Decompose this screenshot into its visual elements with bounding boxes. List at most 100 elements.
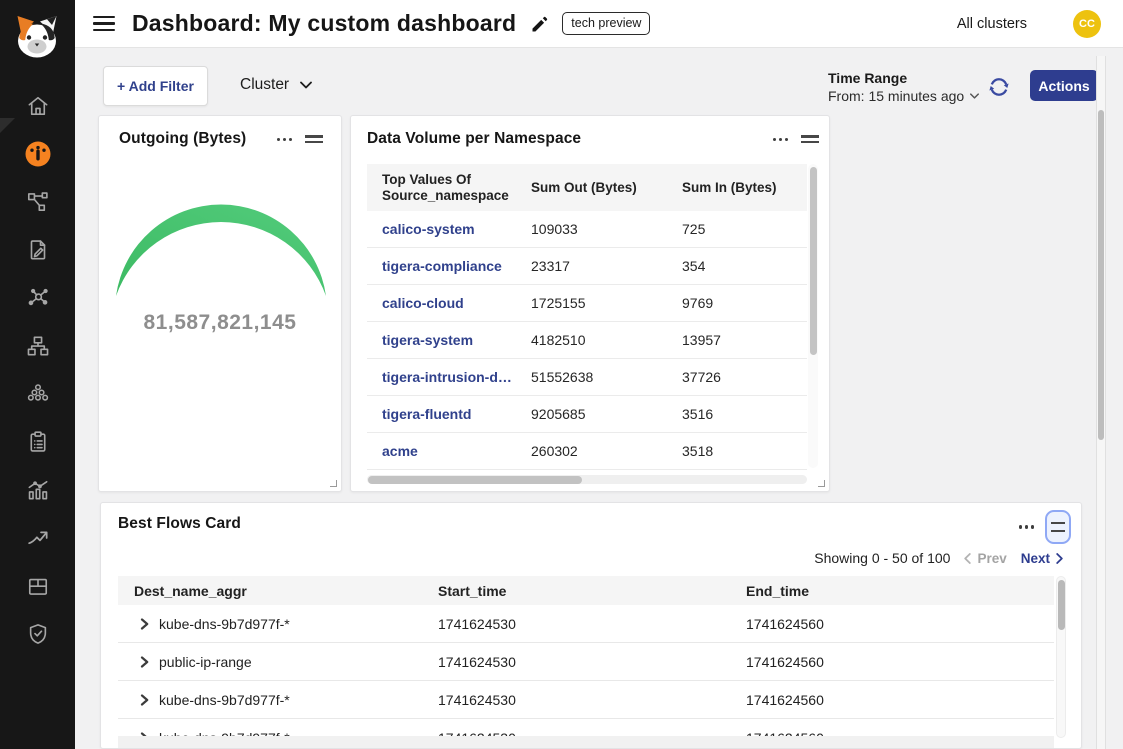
sidebar-item-reports[interactable]	[0, 474, 75, 506]
namespace-link[interactable]: tigera-intrusion-d…	[382, 369, 512, 385]
prev-page-button[interactable]: Prev	[964, 551, 1006, 566]
expand-row-chevron-icon[interactable]	[139, 618, 150, 630]
sidebar-item-threat-defense[interactable]	[0, 618, 75, 650]
card-title: Best Flows Card	[118, 515, 1071, 533]
gauge-arc	[99, 116, 343, 493]
next-label: Next	[1021, 551, 1050, 566]
sidebar-item-policies[interactable]	[0, 234, 75, 266]
column-header: Dest_name_aggr	[118, 583, 422, 599]
best-flows-card: Best Flows Card Showing 0 - 50 of 100 Pr…	[100, 502, 1082, 749]
card-resize-handle[interactable]	[330, 480, 337, 487]
table-row: acme 260302 3518	[367, 433, 807, 470]
table-horizontal-scrollbar-track[interactable]	[367, 475, 807, 484]
table-row: tigera-system 4182510 13957	[367, 322, 807, 359]
add-filter-button[interactable]: + Add Filter	[103, 66, 208, 106]
calico-cat-logo[interactable]	[11, 10, 63, 66]
expand-row-chevron-icon[interactable]	[139, 656, 150, 668]
chevron-down-icon	[970, 93, 979, 99]
sidebar-item-endpoints[interactable]	[0, 330, 75, 362]
sidebar-item-service-graph[interactable]	[0, 186, 75, 218]
chevron-right-icon	[1056, 553, 1063, 564]
actions-button[interactable]: Actions	[1030, 70, 1098, 101]
compliance-clipboard-icon	[25, 429, 51, 455]
dashboard-scrollbar-track[interactable]	[1096, 56, 1106, 749]
end-time-cell: 1741624560	[730, 616, 1054, 632]
table-row: calico-system 109033 725	[367, 211, 807, 248]
namespace-link[interactable]: tigera-compliance	[382, 258, 502, 274]
dashboard-scrollbar-thumb[interactable]	[1098, 110, 1104, 440]
sidebar-item-dashboards[interactable]	[0, 138, 75, 170]
hamburger-menu-icon[interactable]	[93, 12, 115, 35]
sum-in-cell: 9769	[667, 295, 807, 311]
table-row: tigera-compliance 23317 354	[367, 248, 807, 285]
chevron-left-icon	[964, 553, 971, 564]
card-menu-icon[interactable]	[1019, 521, 1034, 532]
table-row: calico-cloud 1725155 9769	[367, 285, 807, 322]
card-resize-handle[interactable]	[818, 480, 825, 487]
next-page-button[interactable]: Next	[1021, 551, 1063, 566]
namespace-link[interactable]: calico-system	[382, 221, 475, 237]
dest-name-cell: public-ip-range	[159, 654, 252, 670]
sum-in-cell: 3518	[667, 443, 807, 459]
card-drag-handle-icon[interactable]	[801, 129, 819, 150]
sum-out-cell: 23317	[516, 258, 667, 274]
sidebar-item-workloads[interactable]	[0, 378, 75, 410]
sum-in-cell: 725	[667, 221, 807, 237]
column-header: Start_time	[422, 583, 730, 599]
table-horizontal-scrollbar-thumb[interactable]	[368, 476, 582, 484]
sidebar-item-image-assurance[interactable]	[0, 570, 75, 602]
time-range-dropdown[interactable]: From: 15 minutes ago	[828, 88, 979, 104]
gauge-value: 81,587,821,145	[99, 311, 341, 335]
namespace-link[interactable]: acme	[382, 443, 418, 459]
card-drag-handle-focused[interactable]	[1045, 510, 1071, 544]
data-volume-card: Data Volume per Namespace Top Values Of …	[350, 115, 830, 492]
cluster-filter-label: Cluster	[240, 76, 289, 94]
sidebar-item-trends[interactable]	[0, 522, 75, 554]
sidebar-item-compliance[interactable]	[0, 426, 75, 458]
card-title: Data Volume per Namespace	[367, 130, 773, 148]
namespace-link[interactable]: tigera-system	[382, 332, 473, 348]
sidebar-item-home[interactable]	[0, 90, 75, 122]
sum-out-cell: 1725155	[516, 295, 667, 311]
card-header: Data Volume per Namespace	[351, 116, 829, 150]
tech-preview-badge: tech preview	[562, 12, 650, 35]
trends-icon	[25, 525, 51, 551]
namespace-table: Top Values Of Source_namespace Sum Out (…	[367, 164, 807, 470]
app-root: Dashboard: My custom dashboard tech prev…	[0, 0, 1123, 749]
table-vertical-scrollbar-thumb[interactable]	[810, 167, 817, 355]
workload-cluster-icon	[25, 381, 51, 407]
namespace-link[interactable]: calico-cloud	[382, 295, 464, 311]
card-menu-icon[interactable]	[773, 134, 788, 145]
sidebar-item-network-visualization[interactable]	[0, 282, 75, 314]
table-header-row: Top Values Of Source_namespace Sum Out (…	[367, 164, 807, 211]
sum-out-cell: 260302	[516, 443, 667, 459]
flows-table: Dest_name_aggr Start_time End_time kube-…	[118, 576, 1054, 749]
home-icon	[25, 93, 51, 119]
table-vertical-scrollbar-track[interactable]	[808, 164, 818, 468]
cluster-selector[interactable]: All clusters	[957, 16, 1027, 32]
refresh-button[interactable]	[987, 75, 1011, 99]
start-time-cell: 1741624530	[422, 616, 730, 632]
sum-out-cell: 4182510	[516, 332, 667, 348]
policies-icon	[25, 237, 51, 263]
expand-row-chevron-icon[interactable]	[139, 694, 150, 706]
column-header: End_time	[730, 583, 1054, 599]
sum-in-cell: 37726	[667, 369, 807, 385]
time-range-value: From: 15 minutes ago	[828, 88, 964, 104]
outgoing-bytes-card: Outgoing (Bytes) 81,587,821,145	[98, 115, 342, 492]
sum-out-cell: 9205685	[516, 406, 667, 422]
namespace-link[interactable]: tigera-fluentd	[382, 406, 471, 422]
table-row: tigera-intrusion-d… 51552638 37726	[367, 359, 807, 396]
package-icon	[25, 573, 51, 599]
edit-dashboard-button[interactable]	[530, 14, 550, 34]
table-vertical-scrollbar-thumb[interactable]	[1058, 580, 1065, 630]
table-row: tigera-fluentd 9205685 3516	[367, 396, 807, 433]
cluster-filter-dropdown[interactable]: Cluster	[240, 76, 312, 94]
table-horizontal-scrollbar-track[interactable]	[118, 736, 1054, 748]
sum-in-cell: 13957	[667, 332, 807, 348]
table-vertical-scrollbar-track[interactable]	[1056, 576, 1066, 738]
pagination: Showing 0 - 50 of 100 Prev Next	[814, 550, 1063, 566]
statistics-chart-icon	[25, 477, 51, 503]
table-row: public-ip-range 1741624530 1741624560	[118, 643, 1054, 681]
user-avatar[interactable]: CC	[1073, 10, 1101, 38]
